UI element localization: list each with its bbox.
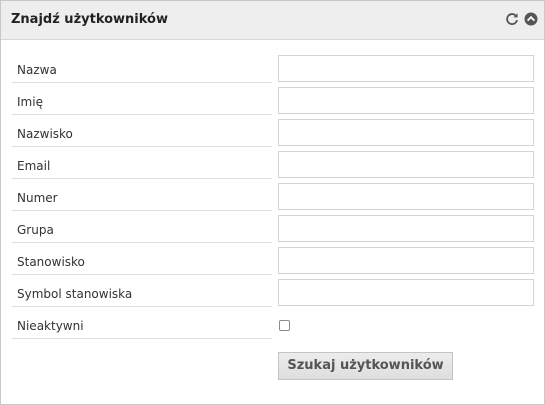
position-input[interactable] [278,247,534,274]
form-row-inactive: Nieaktywni [1,309,544,341]
number-input[interactable] [278,183,534,210]
form-row-name: Nazwa [1,53,544,85]
name-label: Nazwa [12,55,272,83]
collapse-icon[interactable] [524,12,538,26]
form-row-group: Grupa [1,213,544,245]
form-row-position: Stanowisko [1,245,544,277]
position-symbol-label: Symbol stanowiska [12,279,272,307]
first-name-label: Imię [12,87,272,115]
panel-header: Znajdź użytkowników [1,1,544,40]
email-input[interactable] [278,151,534,178]
last-name-input[interactable] [278,119,534,146]
find-users-panel: Znajdź użytkowników Nazwa Imię Nazwisko … [0,0,545,405]
inactive-label: Nieaktywni [12,311,272,339]
group-input[interactable] [278,215,534,242]
inactive-checkbox[interactable] [279,320,290,331]
name-input[interactable] [278,55,534,82]
form-row-position-symbol: Symbol stanowiska [1,277,544,309]
last-name-label: Nazwisko [12,119,272,147]
form-row-number: Numer [1,181,544,213]
first-name-input[interactable] [278,87,534,114]
position-symbol-input[interactable] [278,279,534,306]
refresh-icon[interactable] [505,12,519,26]
panel-title: Znajdź użytkowników [11,12,169,27]
group-label: Grupa [12,215,272,243]
form-row-last-name: Nazwisko [1,117,544,149]
form-row-email: Email [1,149,544,181]
search-users-button[interactable]: Szukaj użytkowników [278,352,453,380]
email-label: Email [12,151,272,179]
form-row-first-name: Imię [1,85,544,117]
position-label: Stanowisko [12,247,272,275]
number-label: Numer [12,183,272,211]
